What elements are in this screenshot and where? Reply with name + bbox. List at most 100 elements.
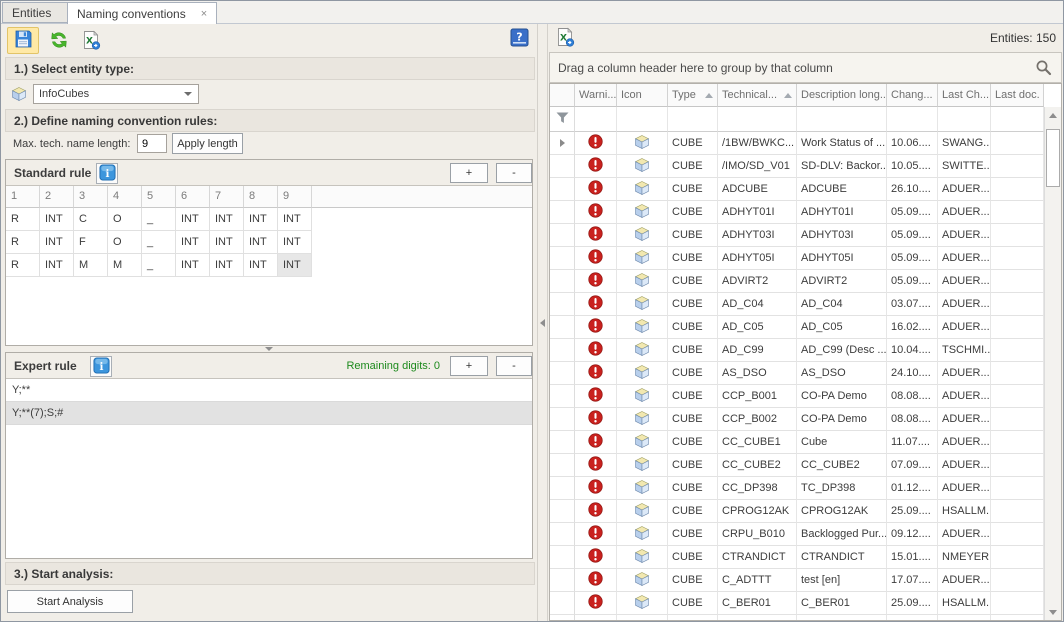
help-button[interactable]: ? [509, 29, 529, 49]
row-indicator[interactable] [550, 339, 575, 362]
standard-rule-cell[interactable]: R [6, 254, 40, 277]
cell-description[interactable]: Work Status of ... [797, 132, 887, 155]
table-row[interactable]: CUBEAD_C05AD_C0516.02....ADUER... [550, 316, 1044, 339]
cell-changed[interactable]: 24.10.... [887, 362, 938, 385]
cell-last_doc[interactable] [991, 523, 1044, 546]
filter-cell-type[interactable] [668, 107, 718, 132]
apply-length-button[interactable]: Apply length [172, 133, 243, 154]
cell-last_doc[interactable] [991, 293, 1044, 316]
filter-cell-warning[interactable] [575, 107, 617, 132]
cell-last_changed_by[interactable]: ADUER... [938, 523, 991, 546]
cell-icon[interactable] [617, 224, 668, 247]
cell-type[interactable]: CUBE [668, 362, 718, 385]
table-row[interactable]: CUBEAD_C04AD_C0403.07....ADUER... [550, 293, 1044, 316]
standard-rule-cell[interactable]: INT [278, 231, 312, 254]
standard-rule-cell[interactable]: INT [210, 208, 244, 231]
row-indicator[interactable] [550, 546, 575, 569]
cell-warning[interactable] [575, 592, 617, 615]
cell-description[interactable]: CO-PA Demo [797, 385, 887, 408]
cell-warning[interactable] [575, 431, 617, 454]
standard-rule-cell[interactable]: M [74, 254, 108, 277]
cell-type[interactable]: CUBE [668, 385, 718, 408]
column-header-description[interactable]: Description long... [797, 84, 887, 107]
standard-rule-cell[interactable]: INT [210, 254, 244, 277]
cell-description[interactable]: ADVIRT2 [797, 270, 887, 293]
cell-last_changed_by[interactable]: ADUER... [938, 385, 991, 408]
column-header-technical[interactable]: Technical... [718, 84, 797, 107]
close-icon[interactable]: × [201, 9, 207, 19]
cell-technical[interactable]: CC_DP398 [718, 477, 797, 500]
cell-last_doc[interactable] [991, 500, 1044, 523]
row-indicator[interactable] [550, 270, 575, 293]
cell-changed[interactable]: 25.09.... [887, 592, 938, 615]
table-row[interactable]: CUBEADHYT03IADHYT03I05.09....ADUER... [550, 224, 1044, 247]
cell-warning[interactable] [575, 385, 617, 408]
cell-type[interactable]: CUBE [668, 592, 718, 615]
cell-description[interactable]: SD-DLV: Backor... [797, 155, 887, 178]
cell-icon[interactable] [617, 293, 668, 316]
standard-rule-cell[interactable]: INT [278, 208, 312, 231]
cell-icon[interactable] [617, 523, 668, 546]
cell-warning[interactable] [575, 408, 617, 431]
table-row[interactable] [550, 615, 1044, 620]
filter-cell-changed[interactable] [887, 107, 938, 132]
standard-rule-cell[interactable]: C [74, 208, 108, 231]
cell-changed[interactable]: 08.08.... [887, 408, 938, 431]
cell-changed[interactable]: 25.09.... [887, 500, 938, 523]
cell-last_doc[interactable] [991, 569, 1044, 592]
standard-rule-column-header[interactable]: 8 [244, 186, 278, 208]
cell-warning[interactable] [575, 477, 617, 500]
cell-last_changed_by[interactable]: ADUER... [938, 201, 991, 224]
standard-rule-column-header[interactable]: 9 [278, 186, 312, 208]
standard-rule-cell[interactable]: _ [142, 208, 176, 231]
cell-changed[interactable]: 17.07.... [887, 569, 938, 592]
standard-rule-column-header[interactable]: 6 [176, 186, 210, 208]
standard-rule-remove-button[interactable]: - [496, 163, 532, 183]
standard-rule-cell[interactable]: INT [176, 254, 210, 277]
cell-last_doc[interactable] [991, 408, 1044, 431]
cell-technical[interactable]: ADHYT05I [718, 247, 797, 270]
cell-icon[interactable] [617, 339, 668, 362]
row-indicator[interactable] [550, 385, 575, 408]
cell-type[interactable]: CUBE [668, 316, 718, 339]
max-length-input[interactable] [137, 134, 167, 153]
refresh-button[interactable] [47, 30, 71, 52]
cell-last_changed_by[interactable]: ADUER... [938, 224, 991, 247]
cell-warning[interactable] [575, 523, 617, 546]
row-indicator[interactable] [550, 523, 575, 546]
cell-icon[interactable] [617, 270, 668, 293]
standard-rule-cell[interactable]: O [108, 231, 142, 254]
cell-warning[interactable] [575, 615, 617, 620]
cell-last_doc[interactable] [991, 178, 1044, 201]
cell-warning[interactable] [575, 339, 617, 362]
cell-technical[interactable]: CC_CUBE1 [718, 431, 797, 454]
cell-icon[interactable] [617, 132, 668, 155]
export-excel-button[interactable]: X [553, 27, 577, 49]
column-header-icon[interactable]: Icon [617, 84, 668, 107]
row-indicator[interactable] [550, 201, 575, 224]
standard-rule-cell[interactable]: _ [142, 254, 176, 277]
standard-rule-column-header[interactable]: 4 [108, 186, 142, 208]
cell-technical[interactable]: ADHYT01I [718, 201, 797, 224]
table-row[interactable]: CUBECTRANDICTCTRANDICT15.01....NMEYER [550, 546, 1044, 569]
cell-changed[interactable]: 16.02.... [887, 316, 938, 339]
cell-description[interactable]: CPROG12AK [797, 500, 887, 523]
standard-rule-column-header[interactable]: 1 [6, 186, 40, 208]
row-indicator[interactable] [550, 132, 575, 155]
cell-changed[interactable]: 05.09.... [887, 201, 938, 224]
cell-changed[interactable]: 15.01.... [887, 546, 938, 569]
cell-warning[interactable] [575, 569, 617, 592]
cell-icon[interactable] [617, 500, 668, 523]
column-header-last_doc[interactable]: Last doc. [991, 84, 1044, 107]
standard-rule-cell[interactable]: INT [40, 208, 74, 231]
cell-description[interactable]: AD_C05 [797, 316, 887, 339]
cell-last_changed_by[interactable]: SWITTE... [938, 155, 991, 178]
cell-last_doc[interactable] [991, 546, 1044, 569]
cell-type[interactable]: CUBE [668, 132, 718, 155]
row-indicator[interactable] [550, 247, 575, 270]
cell-type[interactable]: CUBE [668, 155, 718, 178]
standard-rule-cell[interactable]: INT [40, 231, 74, 254]
cell-warning[interactable] [575, 224, 617, 247]
column-header-changed[interactable]: Chang... [887, 84, 938, 107]
cell-type[interactable]: CUBE [668, 247, 718, 270]
